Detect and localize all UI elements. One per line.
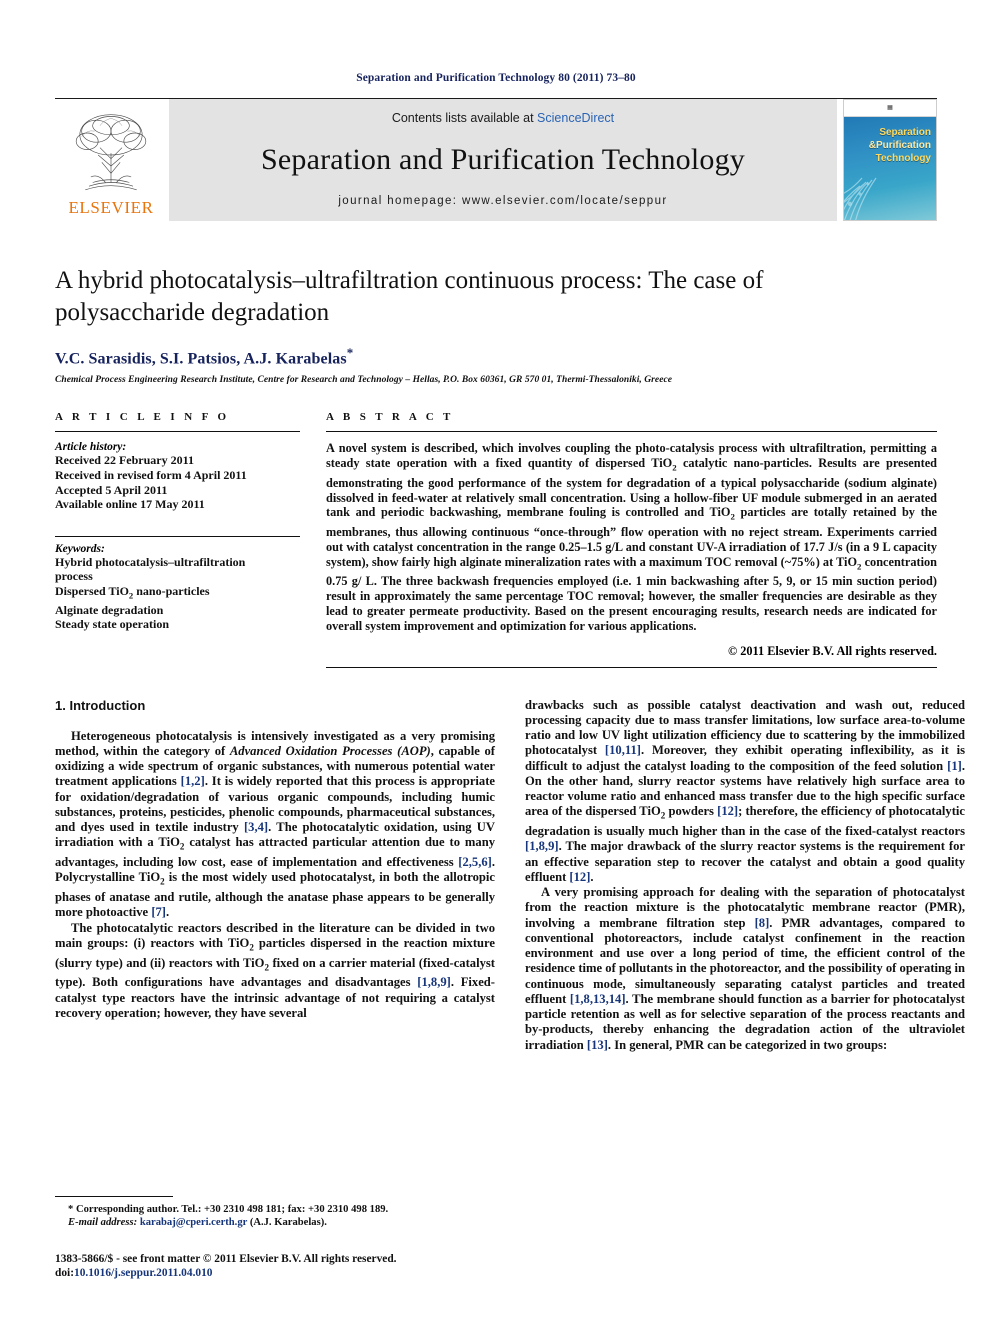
author-list: V.C. Sarasidis, S.I. Patsios, A.J. Karab… xyxy=(55,345,937,368)
abstract-text: A novel system is described, which invol… xyxy=(326,441,937,633)
keyword-item: Alginate degradation xyxy=(55,602,164,617)
article-history-item: Available online 17 May 2011 xyxy=(55,497,205,512)
email-link[interactable]: karabaj@cperi.certh.gr xyxy=(140,1217,247,1228)
corresponding-author-marker: * xyxy=(346,345,354,360)
article-history-item: Accepted 5 April 2011 xyxy=(55,482,168,497)
body-column-right: drawbacks such as possible catalyst deac… xyxy=(525,698,965,1053)
cover-journal-title: Separation &Purification Technology xyxy=(869,126,931,165)
body-columns: 1. Introduction Heterogeneous photocatal… xyxy=(55,698,965,1053)
journal-band: Contents lists available at ScienceDirec… xyxy=(169,99,837,221)
section-heading-introduction: 1. Introduction xyxy=(55,697,146,713)
keywords-block: Keywords: Hybrid photocatalysis–ultrafil… xyxy=(55,535,300,632)
sciencedirect-link[interactable]: ScienceDirect xyxy=(537,111,614,125)
abstract-copyright: © 2011 Elsevier B.V. All rights reserved… xyxy=(727,643,937,658)
footnote-marker: * xyxy=(68,1204,74,1215)
corresponding-author-note: * Corresponding author. Tel.: +30 2310 4… xyxy=(55,1203,495,1216)
info-abstract-region: A R T I C L E I N F O Article history: R… xyxy=(55,411,937,668)
abstract-label: A B S T R A C T xyxy=(326,411,454,424)
page-title: A hybrid photocatalysis–ultrafiltration … xyxy=(55,267,764,326)
cover-title-line-1: Separation xyxy=(879,127,931,138)
paragraph: A very promising approach for dealing wi… xyxy=(525,885,965,1052)
body-column-left: 1. Introduction Heterogeneous photocatal… xyxy=(55,698,495,1053)
abstract-bottom-rule xyxy=(326,666,937,668)
author-names: V.C. Sarasidis, S.I. Patsios, A.J. Karab… xyxy=(55,350,347,368)
affiliation: Chemical Process Engineering Research In… xyxy=(55,375,672,386)
article-info-rule xyxy=(55,431,300,433)
article-page: Separation and Purification Technology 8… xyxy=(0,0,992,1323)
article-info-label: A R T I C L E I N F O xyxy=(55,411,230,424)
article-info-column: A R T I C L E I N F O Article history: R… xyxy=(55,411,300,667)
email-note: E-mail address: karabaj@cperi.certh.gr (… xyxy=(55,1216,495,1229)
keywords-heading: Keywords: xyxy=(55,542,105,555)
article-history-item: Received in revised form 4 April 2011 xyxy=(55,467,247,482)
footnote-rule xyxy=(55,1196,173,1197)
email-label: E-mail address: xyxy=(68,1217,138,1229)
footnote-text: * Corresponding author. Tel.: +30 2310 4… xyxy=(55,1203,495,1230)
cover-title-line-2: &Purification xyxy=(868,140,931,151)
keyword-item: Steady state operation xyxy=(55,617,169,632)
running-head: Separation and Purification Technology 8… xyxy=(356,72,636,84)
cover-header-strip: ▦ xyxy=(844,100,936,117)
email-owner: (A.J. Karabelas). xyxy=(249,1217,327,1229)
cover-title-line-3: Technology xyxy=(875,153,931,164)
keyword-item: Hybrid photocatalysis–ultrafiltration pro… xyxy=(55,554,246,584)
doi-label: doi: xyxy=(55,1267,74,1280)
elsevier-tree-icon xyxy=(75,114,147,191)
journal-cover-thumbnail: ▦ Separation &Purification Technology xyxy=(843,99,937,221)
footnote-block: * Corresponding author. Tel.: +30 2310 4… xyxy=(55,1196,495,1230)
contents-prefix: Contents lists available at xyxy=(391,111,538,125)
article-history-heading: Article history: xyxy=(55,441,127,454)
paragraph: drawbacks such as possible catalyst deac… xyxy=(525,697,966,884)
doi-line: doi:10.1016/j.seppur.2011.04.010 xyxy=(55,1266,505,1280)
abstract-rule xyxy=(326,431,937,433)
keywords-rule xyxy=(55,535,300,537)
title-block: A hybrid photocatalysis–ultrafiltration … xyxy=(55,265,937,385)
imprint-block: 1383-5866/$ - see front matter © 2011 El… xyxy=(55,1252,505,1281)
elsevier-wordmark: ELSEVIER xyxy=(68,198,154,217)
journal-masthead: ELSEVIER Contents lists available at Sci… xyxy=(55,98,937,221)
paragraph: The photocatalytic reactors described in… xyxy=(55,920,496,1020)
journal-homepage-link[interactable]: journal homepage: www.elsevier.com/locat… xyxy=(338,195,667,207)
elsevier-logo: ELSEVIER xyxy=(55,99,167,221)
issn-copyright-line: 1383-5866/$ - see front matter © 2011 El… xyxy=(55,1253,397,1265)
journal-title: Separation and Purification Technology xyxy=(261,143,745,176)
corresponding-author-contact: Corresponding author. Tel.: +30 2310 498… xyxy=(75,1204,389,1215)
contents-available-line: Contents lists available at ScienceDirec… xyxy=(392,111,614,125)
doi-link[interactable]: 10.1016/j.seppur.2011.04.010 xyxy=(74,1267,213,1279)
abstract-column: A B S T R A C T A novel system is descri… xyxy=(326,411,937,668)
article-history-item: Received 22 February 2011 xyxy=(55,453,194,468)
keyword-item: Dispersed TiO2 nano-particles xyxy=(55,583,210,601)
paragraph: Heterogeneous photocatalysis is intensiv… xyxy=(55,728,496,920)
